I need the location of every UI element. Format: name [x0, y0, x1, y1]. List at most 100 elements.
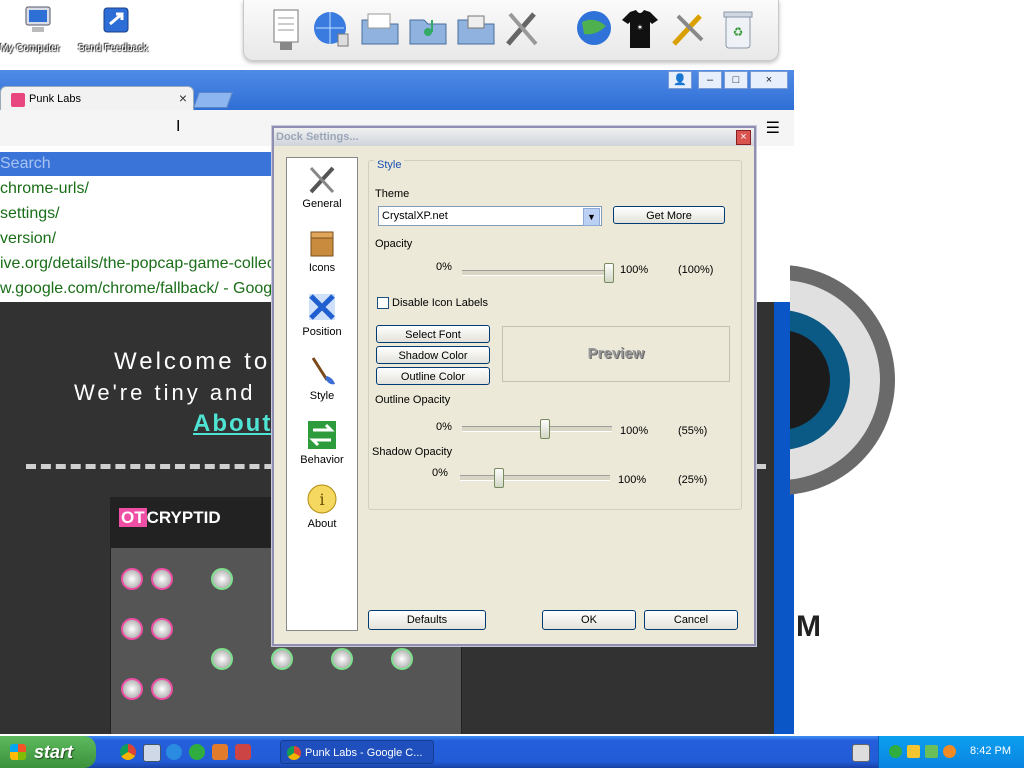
svg-text:i: i	[319, 490, 324, 509]
profile-button[interactable]: 👤	[668, 71, 692, 89]
globe-search-icon[interactable]	[310, 6, 354, 52]
top-dock: ✶ ♻	[243, 0, 779, 61]
chrome-quicklaunch-icon[interactable]	[120, 744, 136, 760]
background-logo-graphic: M	[790, 265, 895, 495]
disable-icon-labels-checkbox[interactable]	[377, 297, 389, 309]
about-link[interactable]: About	[193, 410, 272, 438]
synth-knob	[121, 618, 143, 640]
nav-item-general[interactable]: General	[287, 162, 357, 210]
opacity-value: (100%)	[678, 264, 714, 276]
info-icon: i	[307, 484, 337, 514]
tab-close-icon[interactable]: ×	[179, 90, 187, 106]
network-icon[interactable]	[925, 745, 938, 758]
utorrent-tray-icon[interactable]	[889, 745, 902, 758]
app-quicklaunch-icon[interactable]	[212, 744, 228, 760]
punk-labs-favicon	[11, 93, 25, 107]
svg-text:✶: ✶	[637, 23, 644, 32]
windows-logo-icon	[10, 744, 26, 760]
recycle-bin-icon[interactable]: ♻	[716, 6, 760, 52]
defaults-button[interactable]: Defaults	[368, 610, 486, 630]
chevron-down-icon[interactable]: ▼	[583, 208, 600, 226]
start-button[interactable]: start	[0, 736, 96, 768]
theme-select-value: CrystalXP.net	[382, 210, 448, 222]
desktop-icon-label: Send Feedback	[78, 43, 149, 54]
outline-opacity-max-label: 100%	[620, 425, 649, 437]
suggestion-item[interactable]: version/	[0, 227, 56, 251]
shadow-opacity-slider-track[interactable]	[460, 475, 610, 481]
keyboard-icon[interactable]	[852, 744, 870, 762]
clock: 8:42 PM	[970, 745, 1011, 757]
my-computer-icon	[25, 6, 51, 32]
tshirt-icon[interactable]: ✶	[618, 6, 662, 52]
ok-button[interactable]: OK	[542, 610, 636, 630]
pictures-folder-icon[interactable]	[454, 6, 498, 52]
shadow-color-button[interactable]: Shadow Color	[376, 346, 490, 364]
folder-icon[interactable]	[358, 6, 402, 52]
synth-knob	[211, 648, 233, 670]
synth-knob	[151, 568, 173, 590]
dialog-close-button[interactable]: ×	[736, 130, 751, 145]
tools-icon[interactable]	[500, 6, 544, 52]
synth-knob	[151, 678, 173, 700]
synth-knob	[151, 618, 173, 640]
suggestion-item[interactable]: w.google.com/chrome/fallback/ - Goog	[0, 277, 272, 301]
desktop-icon-my-computer[interactable]: My Computer	[0, 4, 76, 54]
suggestion-item[interactable]: chrome-urls/	[0, 177, 89, 201]
app-quicklaunch-icon[interactable]	[235, 744, 251, 760]
synth-knob	[121, 568, 143, 590]
outline-opacity-slider-track[interactable]	[462, 426, 612, 432]
synth-knob	[211, 568, 233, 590]
dock-settings-dialog: Dock Settings... × General Icons Positio…	[272, 126, 756, 646]
opacity-slider-track[interactable]	[462, 270, 612, 276]
outline-opacity-min-label: 0%	[436, 421, 452, 433]
shadow-opacity-slider-thumb[interactable]	[494, 468, 504, 488]
maximize-button[interactable]: □	[724, 71, 748, 89]
minimize-button[interactable]: –	[698, 71, 722, 89]
cancel-button[interactable]: Cancel	[644, 610, 738, 630]
outline-color-button[interactable]: Outline Color	[376, 367, 490, 385]
nav-item-style[interactable]: Style	[287, 354, 357, 402]
select-font-button[interactable]: Select Font	[376, 325, 490, 343]
background-letter: M	[796, 610, 821, 643]
utorrent-icon[interactable]	[189, 744, 205, 760]
welcome-heading: Welcome to	[114, 348, 271, 375]
move-arrows-icon	[309, 294, 335, 320]
opacity-label: Opacity	[375, 238, 413, 250]
documents-icon[interactable]	[264, 6, 308, 52]
synth-knob	[271, 648, 293, 670]
show-desktop-icon[interactable]	[143, 744, 161, 762]
tab-title: Punk Labs	[29, 93, 81, 105]
get-more-button[interactable]: Get More	[613, 206, 725, 224]
shadow-opacity-value: (25%)	[678, 474, 708, 486]
nav-item-icons[interactable]: Icons	[287, 226, 357, 274]
opacity-slider-thumb[interactable]	[604, 263, 614, 283]
shadow-opacity-min-label: 0%	[432, 467, 448, 479]
outline-opacity-slider-thumb[interactable]	[540, 419, 550, 439]
suggestion-item[interactable]: settings/	[0, 202, 60, 226]
music-folder-icon[interactable]	[406, 6, 450, 52]
suggestion-item[interactable]: ive.org/details/the-popcap-game-collec	[0, 252, 275, 276]
close-window-button[interactable]: ×	[750, 71, 788, 89]
tagline: We're tiny and	[74, 380, 256, 405]
nav-item-behavior[interactable]: Behavior	[287, 418, 357, 466]
disable-icon-labels-label: Disable Icon Labels	[392, 297, 489, 309]
menu-icon[interactable]: ☰	[766, 118, 780, 138]
nav-item-about[interactable]: i About	[287, 482, 357, 530]
settings-nav: General Icons Position Style Behavior i …	[286, 157, 358, 631]
shadow-opacity-max-label: 100%	[618, 474, 647, 486]
tools-icon	[309, 166, 335, 194]
internet-icon[interactable]	[572, 6, 616, 52]
nav-item-position[interactable]: Position	[287, 290, 357, 338]
search-icon[interactable]	[943, 745, 956, 758]
settings-tools-icon[interactable]	[666, 6, 710, 52]
dialog-title: Dock Settings...	[274, 128, 754, 146]
theme-select[interactable]: CrystalXP.net ▼	[378, 206, 602, 226]
taskbar-item-chrome[interactable]: Punk Labs - Google C...	[280, 740, 434, 764]
desktop-icon-send-feedback[interactable]: Send Feedback	[78, 4, 154, 54]
new-tab-button[interactable]	[193, 92, 233, 108]
style-group-legend: Style	[374, 159, 405, 171]
security-shield-icon[interactable]	[907, 745, 920, 758]
shadow-opacity-label: Shadow Opacity	[372, 446, 453, 458]
internet-explorer-icon[interactable]	[166, 744, 182, 760]
desktop-icon-label: My Computer	[0, 43, 61, 54]
